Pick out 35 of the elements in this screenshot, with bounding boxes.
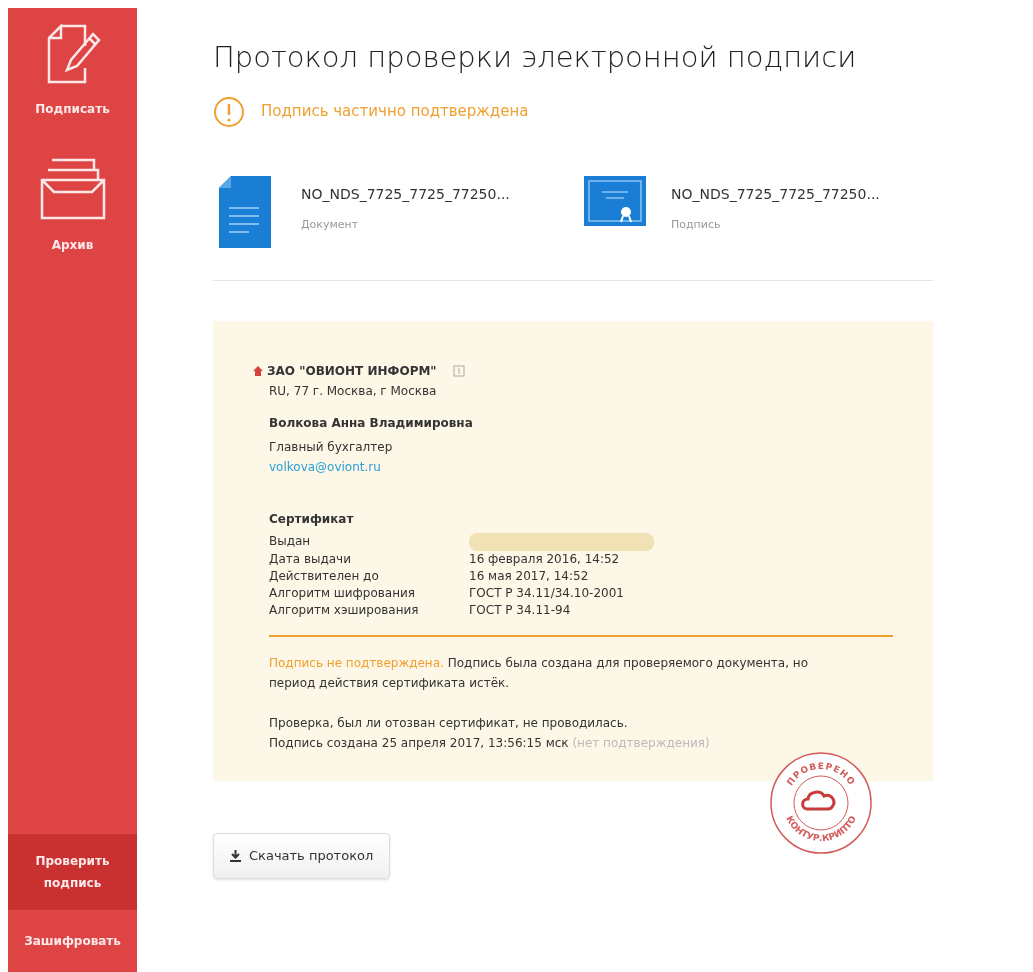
page-title: Протокол проверки электронной подписи	[213, 39, 858, 76]
tray-icon	[39, 158, 106, 220]
sidebar-item[interactable]: Архив	[8, 154, 137, 258]
status-text: Подпись частично подтверждена	[261, 101, 529, 123]
field-value: 16 февраля 2016, 14:52	[469, 550, 620, 568]
field-label: Действителен до	[269, 567, 380, 585]
file-type: Подпись	[671, 216, 722, 233]
document-icon	[219, 175, 271, 248]
field-value: 16 мая 2017, 14:52	[469, 567, 589, 585]
field-label: Выдан	[269, 532, 312, 550]
field-label: Алгоритм хэширования	[269, 601, 420, 619]
sidebar-item[interactable]: Проверить подпись	[8, 834, 137, 910]
address: RU, 77 г. Москва, г Москва	[268, 382, 438, 400]
result-text: Подпись не подтверждена. Подпись была создана для проверяемого документа, но период действия сертификата истёк.	[268, 654, 809, 692]
download-button[interactable]: Скачать протокол	[213, 832, 391, 879]
sidebar-item[interactable]: Зашифровать	[8, 910, 137, 972]
organization-name: ЗАО "ОВИОНТ ИНФОРМ"	[267, 362, 437, 380]
signer-position: Главный бухгалтер	[269, 438, 394, 456]
signing-time: Подпись создана 25 апреля 2017, 13:56:15 мск (нет подтверждения)	[268, 734, 711, 752]
revocation-note: Проверка, был ли отозван сертификат, не проводилась.	[268, 714, 629, 732]
certificate-icon	[584, 175, 646, 226]
field-label: Алгоритм шифрования	[269, 584, 417, 602]
warning-icon	[213, 95, 245, 128]
email-link[interactable]: volkova@oviont.ru	[269, 459, 381, 474]
file-type: Документ	[301, 216, 360, 233]
info-icon[interactable]	[452, 364, 465, 377]
certificate-heading: Сертификат	[269, 510, 355, 528]
field-label: Дата выдачи	[269, 550, 352, 568]
field-value: ГОСТ Р 34.11-94	[469, 601, 571, 619]
signer-name: Волкова Анна Владимировна	[269, 414, 474, 432]
download-icon	[230, 849, 241, 862]
file-name[interactable]: NO_NDS_7725_7725_77250...	[671, 183, 880, 205]
field-value: ГОСТ Р 34.11/34.10-2001	[469, 584, 624, 602]
file-name[interactable]: NO_NDS_7725_7725_77250...	[301, 183, 510, 205]
sidebar-item[interactable]: Подписать	[8, 20, 137, 122]
